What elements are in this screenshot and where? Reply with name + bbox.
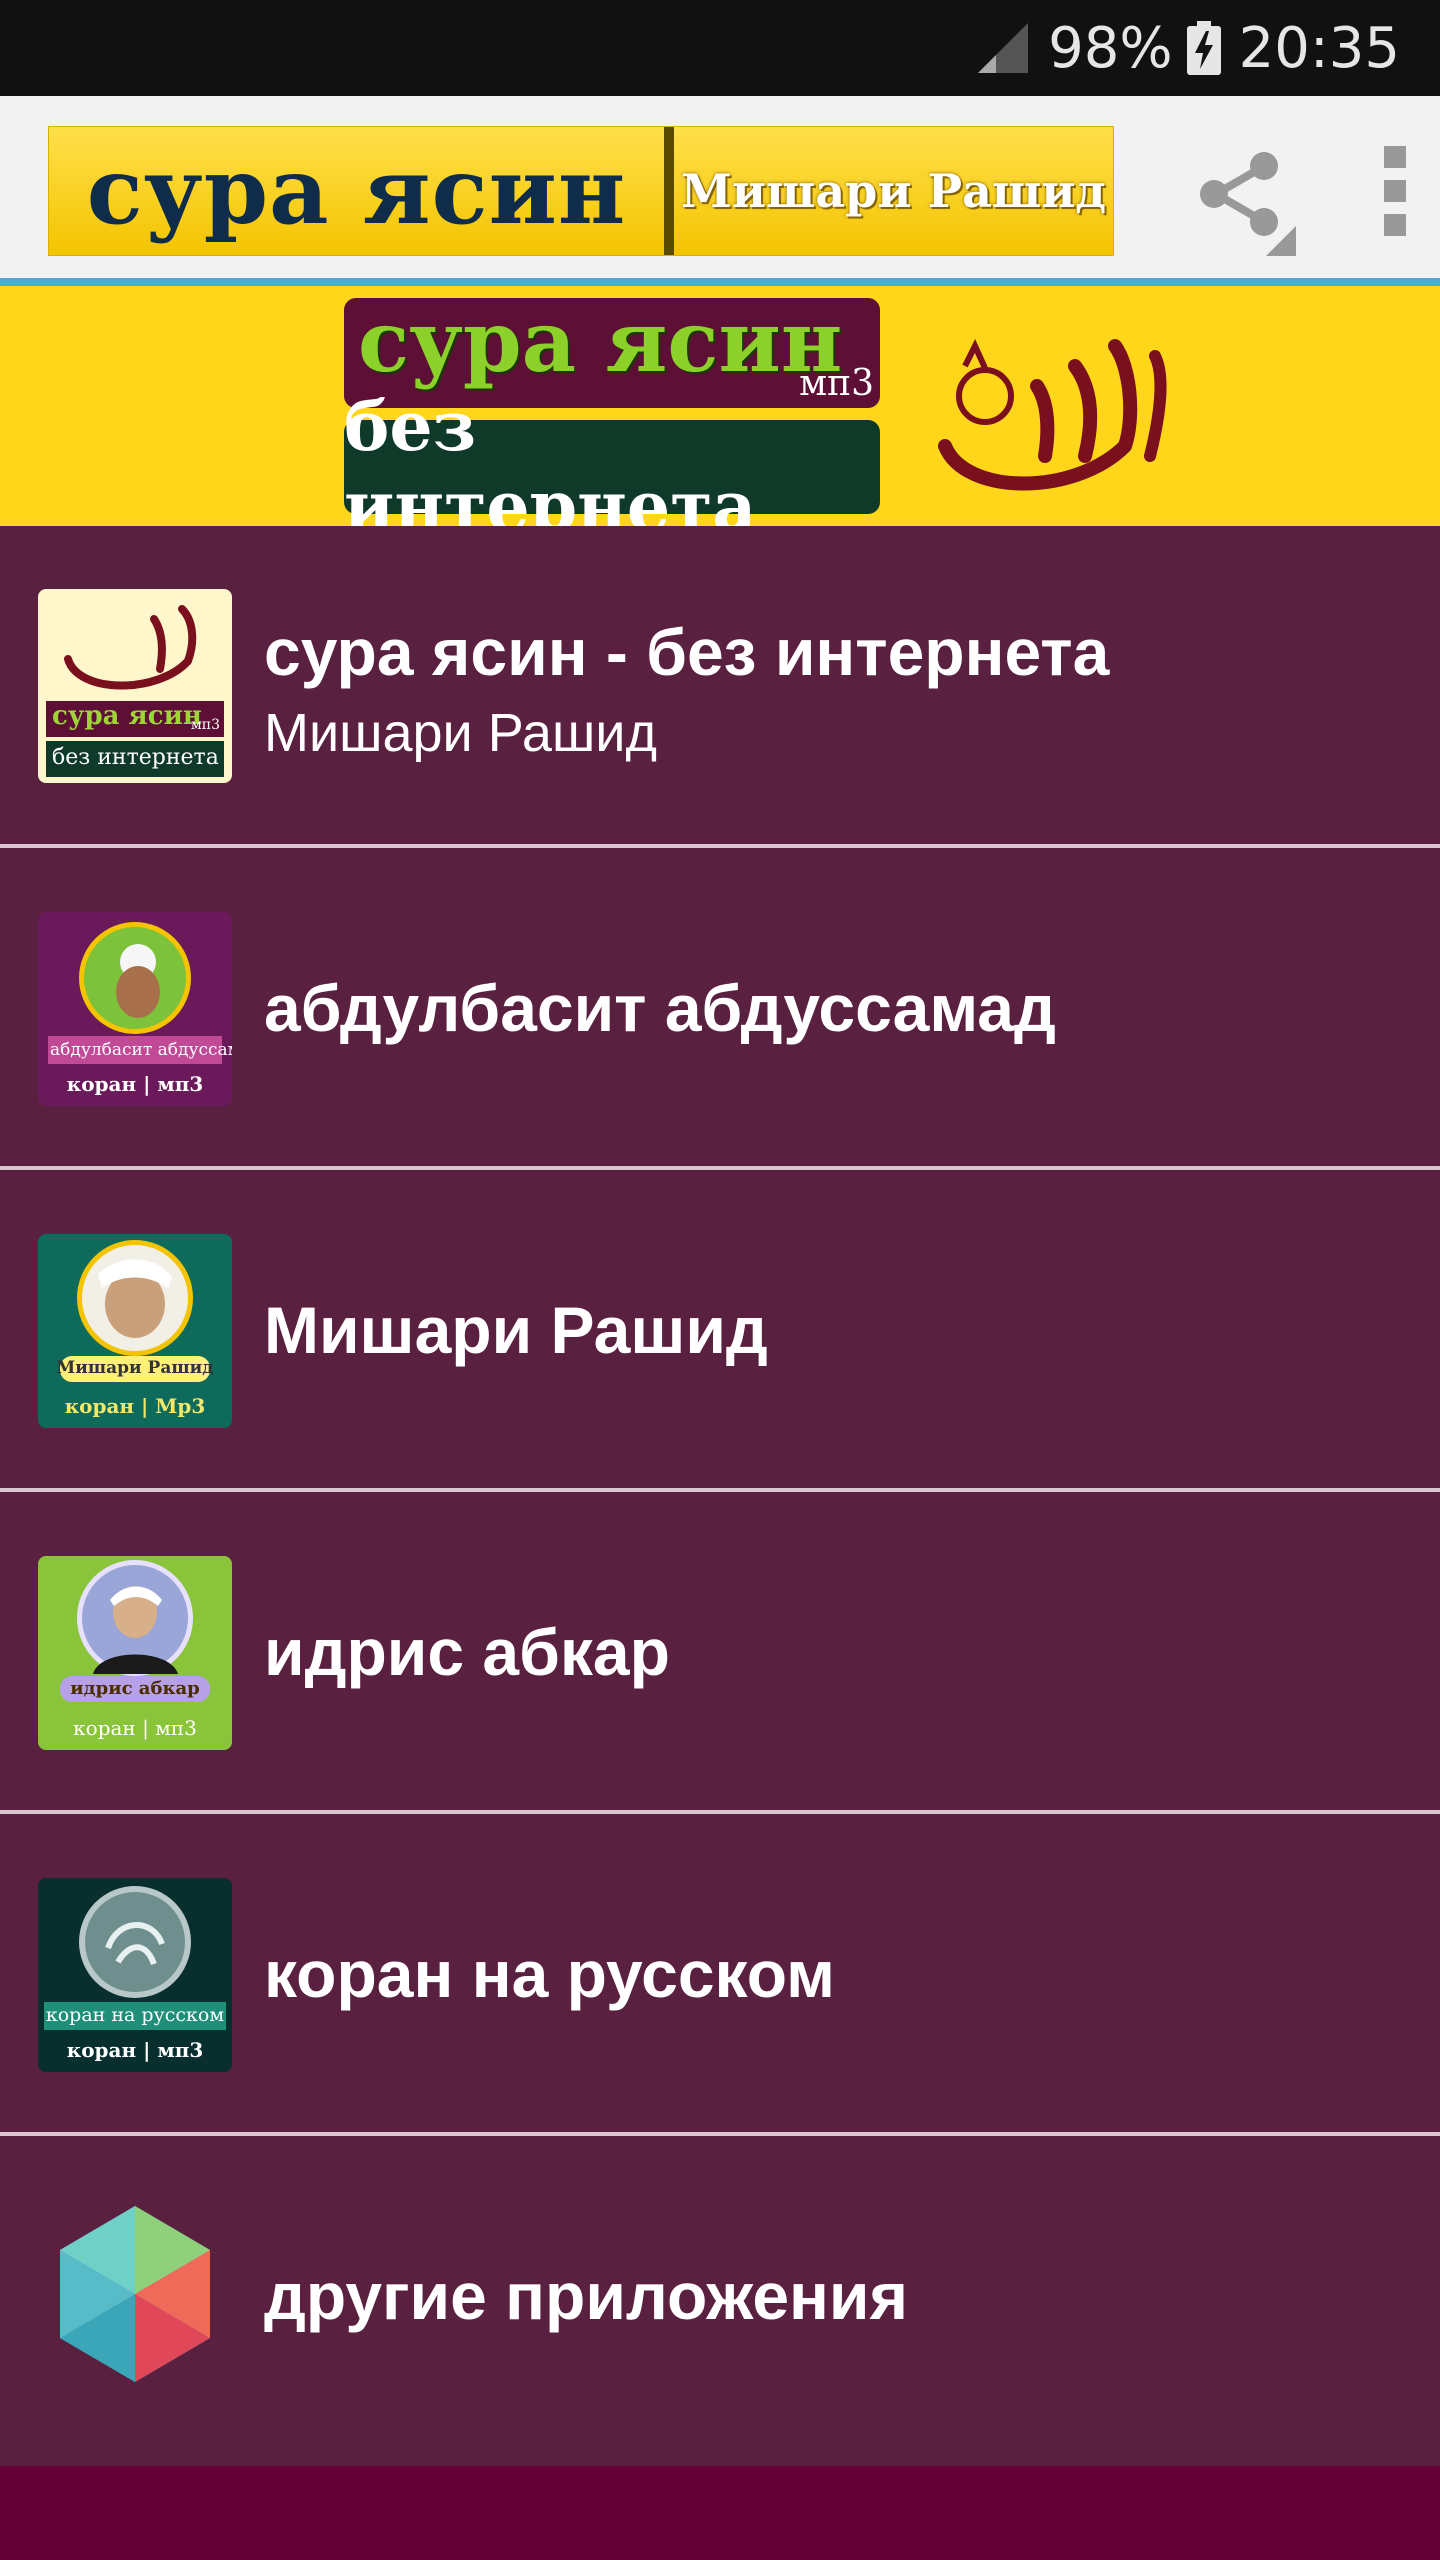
battery-charging-icon <box>1186 21 1221 75</box>
promo-banner[interactable]: сура ясин мп3 без интернета <box>0 286 1440 547</box>
thumb-title: сура ясин <box>52 701 202 731</box>
logo-subtitle: Мишари Рашид <box>680 164 1107 218</box>
item-title: коран на русском <box>264 1937 835 2011</box>
item-subtitle: Мишари Рашид <box>264 703 657 763</box>
clock: 20:35 <box>1238 15 1400 81</box>
thumb-abdulbasit: абдулбасит абдуссамад коран | мп3 <box>38 912 232 1106</box>
thumb-caption: коран | мп3 <box>66 1072 204 1096</box>
thumb-name: идрис абкар <box>70 1678 200 1699</box>
thumb-name: коран на русском <box>45 2004 225 2026</box>
item-title: сура ясин - без интернета <box>264 615 1110 689</box>
yasin-calligraphy-icon <box>938 339 1167 491</box>
logo-title: сура ясин <box>86 137 627 245</box>
battery-percent: 98% <box>1048 15 1173 81</box>
overflow-menu-icon[interactable] <box>1376 146 1416 236</box>
thumb-name: Мишари Рашид <box>56 1358 214 1378</box>
item-title: Мишари Рашид <box>264 1293 768 1367</box>
bottom-bar <box>0 2466 1440 2560</box>
list-item-idris-abkar[interactable]: идрис абкар коран | мп3 идрис абкар <box>0 1492 1440 1814</box>
thumb-subtitle: без интернета <box>52 745 219 770</box>
thumb-quran-russian: коран на русском коран | мп3 <box>38 1878 232 2072</box>
app-logo: сура ясин Мишари Рашид <box>48 126 1114 256</box>
thumb-caption: коран | мп3 <box>73 1716 197 1740</box>
thumb-caption: коран | мп3 <box>66 2038 204 2062</box>
thumb-mishary-rashid: Мишари Рашид коран | Мр3 <box>38 1234 232 1428</box>
thumb-idris-abkar: идрис абкар коран | мп3 <box>38 1556 232 1750</box>
banner-title: сура ясин <box>358 292 843 391</box>
list-item-other-apps[interactable]: другие приложения <box>0 2136 1440 2454</box>
thumb-name: абдулбасит абдуссамад <box>50 1040 232 1060</box>
list-item-mishary-rashid[interactable]: Мишари Рашид коран | Мр3 Мишари Рашид <box>0 1170 1440 1492</box>
list-item-surah-yasin[interactable]: сура ясин мп3 без интернета сура ясин - … <box>0 526 1440 848</box>
app-bar: сура ясин Мишари Рашид <box>0 96 1440 278</box>
thumb-surah-yasin: сура ясин мп3 без интернета <box>38 589 232 783</box>
thumb-format: мп3 <box>190 717 220 733</box>
play-store-icon <box>60 2206 210 2382</box>
logo-divider <box>664 127 674 255</box>
share-icon[interactable] <box>1186 146 1296 256</box>
banner-subtitle: без интернета <box>344 387 880 547</box>
list-item-quran-russian[interactable]: коран на русском коран | мп3 коран на ру… <box>0 1814 1440 2136</box>
thumb-caption: коран | Мр3 <box>64 1394 206 1418</box>
item-title: идрис абкар <box>264 1615 670 1689</box>
item-title: абдулбасит абдуссамад <box>264 971 1056 1045</box>
app-bar-accent <box>0 278 1440 286</box>
status-bar: 98% 20:35 <box>0 0 1440 96</box>
signal-icon <box>978 23 1029 73</box>
app-list: сура ясин мп3 без интернета сура ясин - … <box>0 526 1440 2454</box>
item-title: другие приложения <box>264 2259 908 2333</box>
list-item-abdulbasit[interactable]: абдулбасит абдуссамад коран | мп3 абдулб… <box>0 848 1440 1170</box>
